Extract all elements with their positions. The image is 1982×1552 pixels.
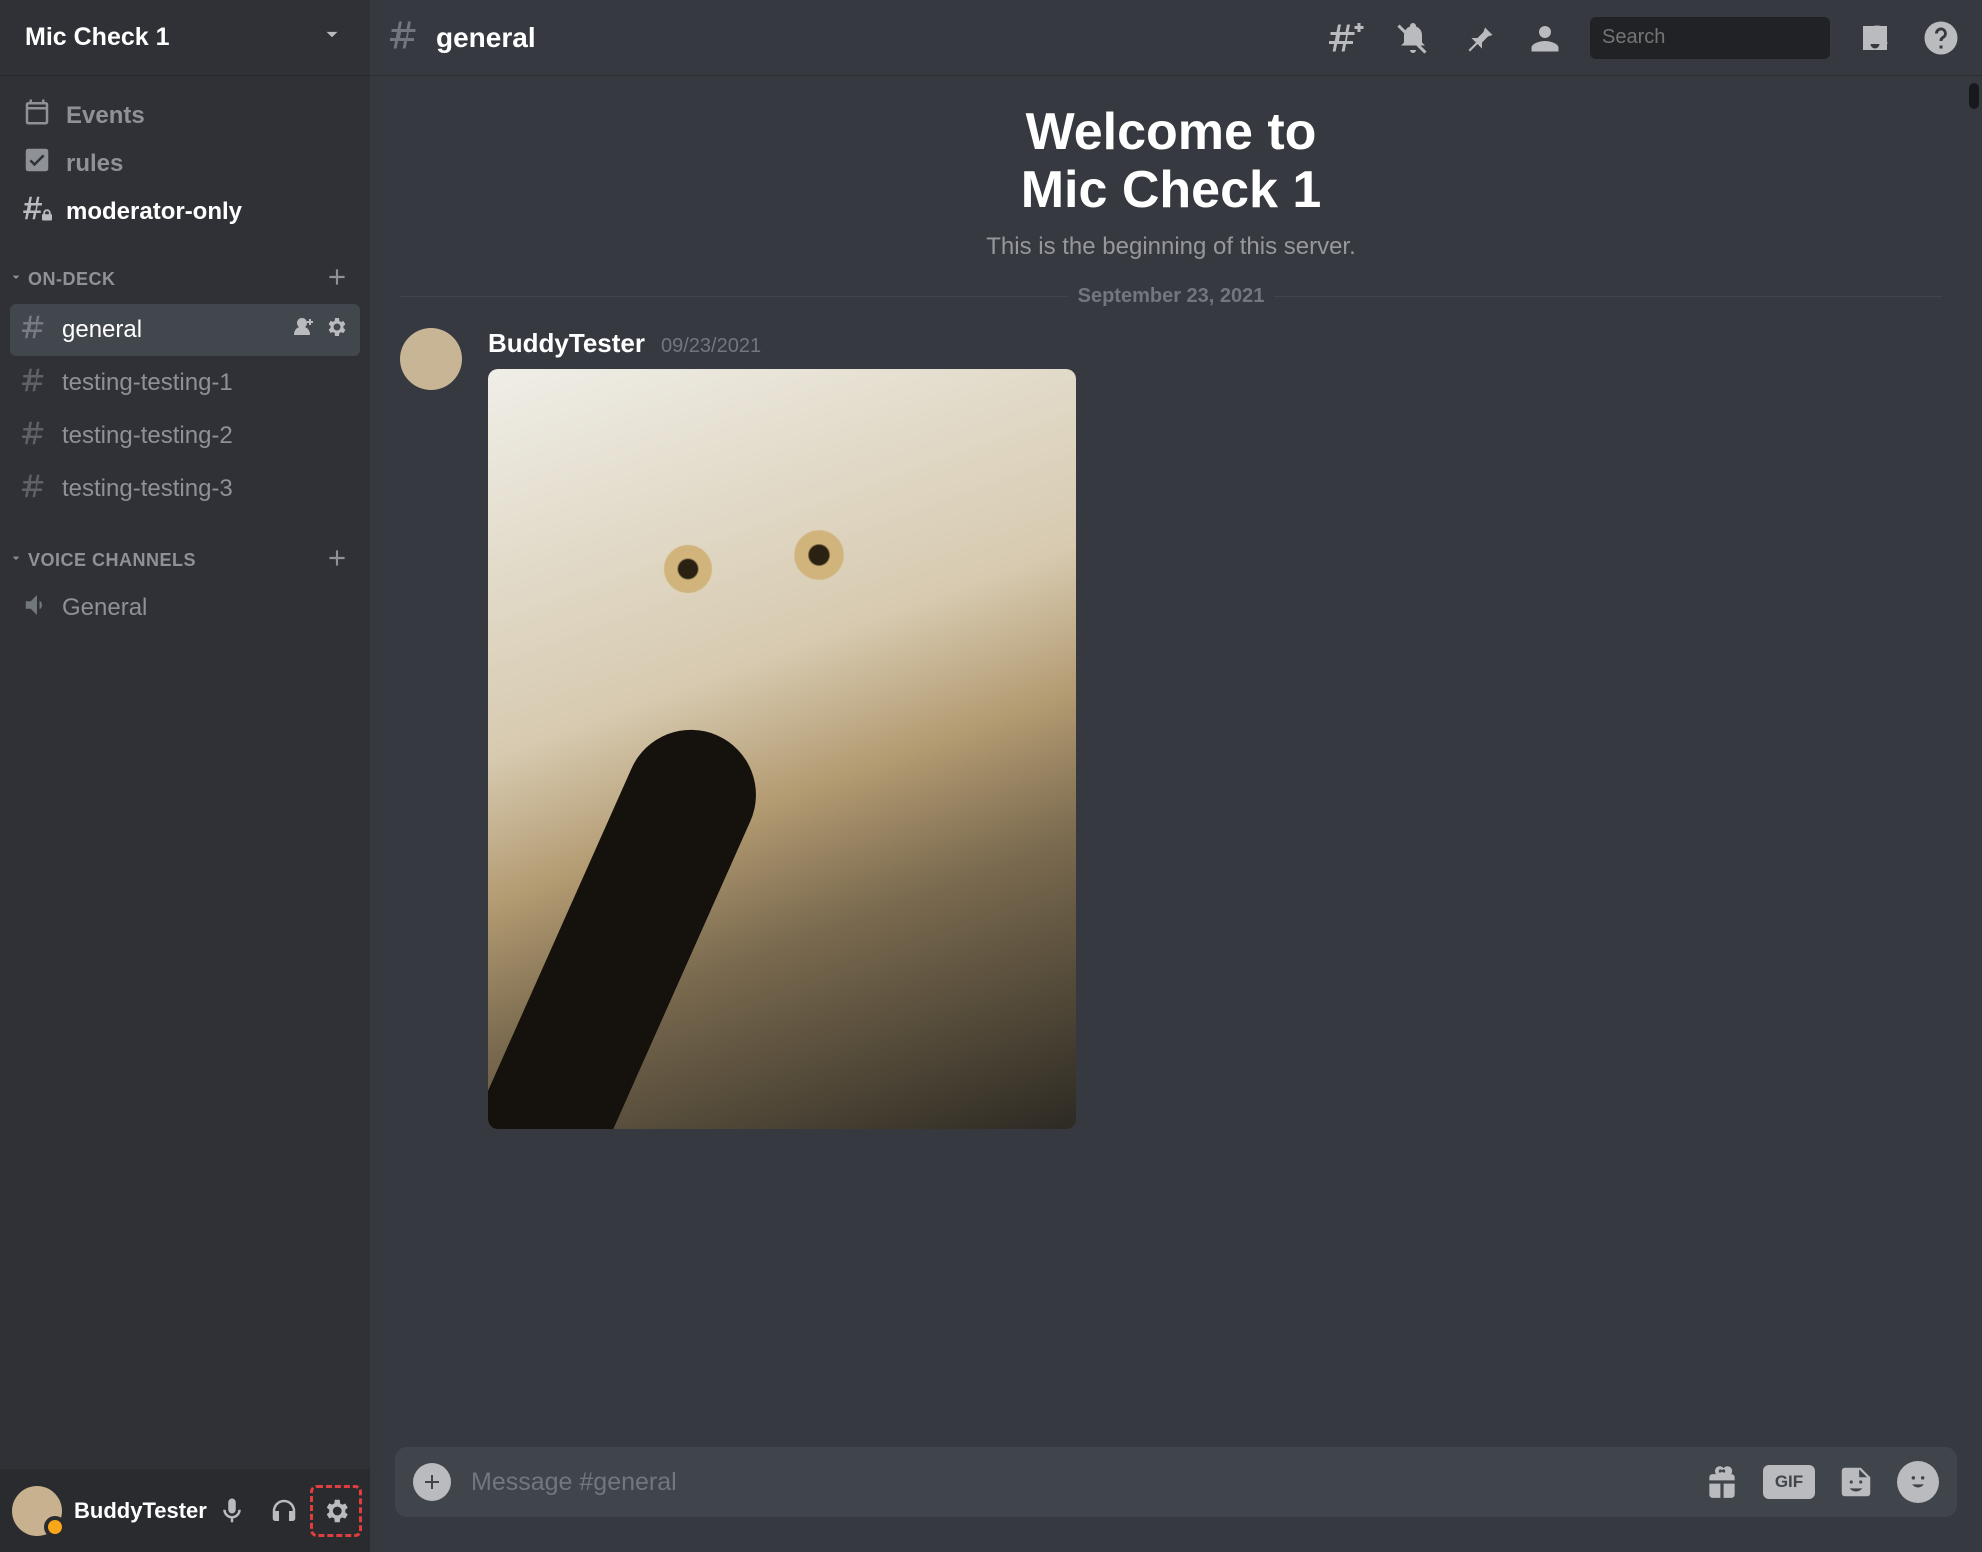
- channel-sidebar: Mic Check 1 Events rules: [0, 0, 370, 1552]
- chat-header: general: [370, 0, 1982, 75]
- chat-main: general Welcome to Mic Check 1: [370, 0, 1982, 1552]
- welcome-line1: Welcome to: [1026, 103, 1317, 161]
- channel-testing-1[interactable]: testing-testing-1: [10, 357, 360, 409]
- chevron-down-icon: [8, 550, 24, 571]
- user-panel: BuddyTester: [0, 1469, 370, 1552]
- sidebar-events[interactable]: Events: [10, 93, 360, 138]
- deafen-button[interactable]: [259, 1486, 309, 1536]
- message-avatar[interactable]: [400, 328, 462, 390]
- search-box[interactable]: [1590, 17, 1830, 59]
- hash-icon: [22, 471, 52, 508]
- channel-testing-3[interactable]: testing-testing-3: [10, 463, 360, 515]
- channel-label: general: [62, 316, 290, 344]
- category-header-on-deck[interactable]: ON-DECK: [0, 264, 370, 301]
- welcome-block: Welcome to Mic Check 1 This is the begin…: [400, 103, 1942, 261]
- add-channel-icon[interactable]: [324, 264, 350, 295]
- message-row: BuddyTester 09/23/2021: [400, 324, 1942, 1133]
- status-idle-icon: [44, 1516, 66, 1538]
- channel-label: testing-testing-3: [62, 475, 348, 503]
- sidebar-item-label: Events: [66, 102, 145, 130]
- rules-icon: [22, 145, 66, 182]
- server-header[interactable]: Mic Check 1: [0, 0, 370, 75]
- settings-button[interactable]: [311, 1486, 361, 1536]
- sidebar-item-label: rules: [66, 150, 123, 178]
- message-composer: Message #general GIF: [370, 1442, 1982, 1552]
- chevron-down-icon: [8, 269, 24, 290]
- inbox-button[interactable]: [1854, 17, 1896, 59]
- hash-lock-icon: [22, 193, 66, 230]
- category-label: VOICE CHANNELS: [28, 550, 196, 571]
- username: BuddyTester: [74, 1498, 207, 1524]
- help-button[interactable]: [1920, 17, 1962, 59]
- invite-icon[interactable]: [290, 315, 314, 346]
- channel-label: testing-testing-2: [62, 422, 348, 450]
- calendar-icon: [22, 97, 66, 134]
- sidebar-moderator-only[interactable]: moderator-only: [10, 189, 360, 234]
- search-input[interactable]: [1602, 26, 1867, 49]
- notifications-muted-button[interactable]: [1392, 17, 1434, 59]
- message-author[interactable]: BuddyTester: [488, 328, 645, 359]
- user-avatar[interactable]: [12, 1486, 62, 1536]
- voice-channel-general[interactable]: General: [10, 584, 360, 632]
- speaker-icon: [22, 590, 62, 627]
- sidebar-rules[interactable]: rules: [10, 141, 360, 186]
- date-divider-label: September 23, 2021: [1068, 285, 1275, 308]
- sticker-button[interactable]: [1835, 1461, 1877, 1503]
- channel-label: testing-testing-1: [62, 369, 348, 397]
- add-channel-icon[interactable]: [324, 545, 350, 576]
- channel-general[interactable]: general: [10, 304, 360, 356]
- channel-label: General: [62, 594, 147, 622]
- channel-testing-2[interactable]: testing-testing-2: [10, 410, 360, 462]
- gift-button[interactable]: [1701, 1461, 1743, 1503]
- pinned-button[interactable]: [1458, 17, 1500, 59]
- hash-icon: [22, 312, 52, 349]
- gear-icon[interactable]: [324, 315, 348, 346]
- sidebar-scroll: Events rules moderator-only ON-DECK: [0, 75, 370, 1469]
- server-name: Mic Check 1: [25, 23, 170, 52]
- threads-button[interactable]: [1326, 17, 1368, 59]
- attach-button[interactable]: [413, 1463, 451, 1501]
- hash-icon: [390, 17, 426, 58]
- message-attachment-image[interactable]: [488, 369, 1076, 1129]
- date-divider: September 23, 2021: [400, 285, 1942, 308]
- members-button[interactable]: [1524, 17, 1566, 59]
- hash-icon: [22, 365, 52, 402]
- composer-placeholder[interactable]: Message #general: [471, 1468, 1681, 1497]
- chat-content: Welcome to Mic Check 1 This is the begin…: [370, 75, 1982, 1442]
- mute-button[interactable]: [207, 1486, 257, 1536]
- hash-icon: [22, 418, 52, 455]
- message-timestamp: 09/23/2021: [661, 335, 761, 358]
- gif-button[interactable]: GIF: [1763, 1465, 1815, 1499]
- welcome-line2: Mic Check 1: [1021, 161, 1322, 219]
- welcome-subtitle: This is the beginning of this server.: [400, 233, 1942, 261]
- sidebar-item-label: moderator-only: [66, 198, 242, 226]
- category-label: ON-DECK: [28, 269, 116, 290]
- emoji-button[interactable]: [1897, 1461, 1939, 1503]
- channel-title: general: [436, 22, 536, 54]
- category-header-voice[interactable]: VOICE CHANNELS: [0, 545, 370, 582]
- chevron-down-icon: [319, 21, 345, 54]
- text-channel-list: general testing-testing-1 testing-testin…: [0, 301, 370, 515]
